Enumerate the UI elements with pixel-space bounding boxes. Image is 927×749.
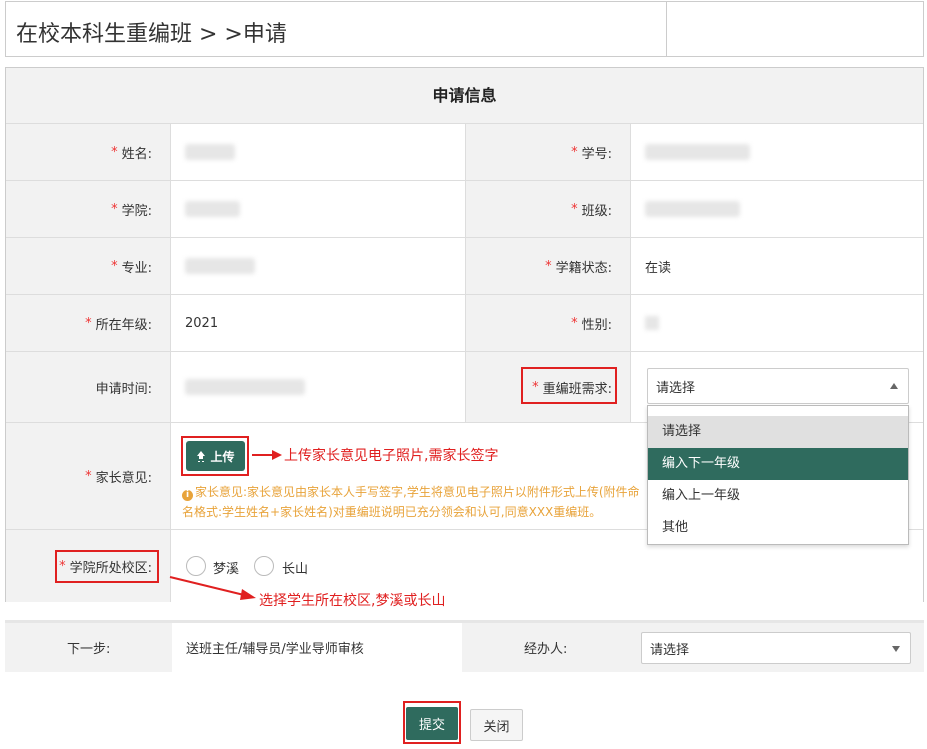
class-value: [631, 181, 923, 238]
dropdown-option-placeholder[interactable]: 请选择: [648, 416, 908, 448]
annotation-box-regroup: [521, 367, 617, 404]
dropdown-option-next-grade[interactable]: 编入下一年级: [648, 448, 908, 480]
major-label: * 专业:: [6, 238, 171, 295]
campus-radio-mengxi[interactable]: [186, 556, 206, 576]
page-title: 在校本科生重编班 > >申请: [16, 22, 287, 47]
title-bar: 在校本科生重编班 > >申请: [5, 1, 924, 57]
grade-label: * 所在年级:: [6, 295, 171, 352]
required-mark: *: [111, 144, 118, 160]
redacted-college: [185, 201, 240, 217]
apply-time-label: 申请时间:: [6, 352, 171, 423]
annotation-box-campus: [55, 550, 159, 583]
redacted-major: [185, 258, 255, 274]
redacted-class: [645, 201, 740, 217]
parent-hint: i 家长意见:家长意见由家长本人手写签字,学生将意见电子照片以附件形式上传(附件命…: [182, 485, 640, 519]
name-label: * 姓名:: [6, 124, 171, 181]
next-step-value: 送班主任/辅导员/学业导师审核: [172, 623, 462, 672]
close-button[interactable]: 关闭: [470, 709, 523, 741]
annotation-box-upload: [181, 436, 249, 476]
regroup-dropdown: 请选择 编入下一年级 编入上一年级 其他: [647, 405, 909, 545]
dropdown-top-spacer: [648, 406, 908, 416]
next-step-label: 下一步:: [67, 642, 111, 657]
regroup-select[interactable]: 请选择: [647, 368, 909, 404]
apply-time-value: [171, 352, 466, 423]
annotation-upload-note: 上传家长意见电子照片,需家长签字: [284, 448, 499, 464]
dropdown-option-other[interactable]: 其他: [648, 512, 908, 544]
redacted-name: [185, 144, 235, 160]
status-value: 在读: [631, 238, 923, 295]
dropdown-option-prev-grade[interactable]: 编入上一年级: [648, 480, 908, 512]
name-value: [171, 124, 466, 181]
redacted-student-id: [645, 144, 750, 160]
handler-select[interactable]: 请选择: [641, 632, 911, 664]
chevron-down-icon: [892, 646, 900, 652]
class-label: * 班级:: [466, 181, 631, 238]
college-label: * 学院:: [6, 181, 171, 238]
gender-value: [631, 295, 923, 352]
campus-option-changshan[interactable]: 长山: [282, 558, 308, 577]
status-label: * 学籍状态:: [466, 238, 631, 295]
major-value: [171, 238, 466, 295]
student-id-value: [631, 124, 923, 181]
chevron-up-icon: [890, 383, 898, 389]
redacted-apply-time: [185, 379, 305, 395]
redacted-gender: [645, 316, 659, 330]
submit-button[interactable]: 提交: [406, 707, 458, 740]
grade-value: 2021: [171, 295, 466, 352]
handler-label: 经办人:: [524, 642, 568, 657]
college-value: [171, 181, 466, 238]
panel-heading: 申请信息: [6, 68, 923, 124]
info-icon: i: [182, 490, 193, 501]
annotation-campus-note: 选择学生所在校区,梦溪或长山: [259, 593, 446, 609]
parent-opinion-label: * 家长意见:: [6, 423, 171, 530]
campus-radio-changshan[interactable]: [254, 556, 274, 576]
title-divider: [666, 2, 667, 56]
campus-option-mengxi[interactable]: 梦溪: [213, 558, 239, 577]
gender-label: * 性别:: [466, 295, 631, 352]
student-id-label: * 学号:: [466, 124, 631, 181]
